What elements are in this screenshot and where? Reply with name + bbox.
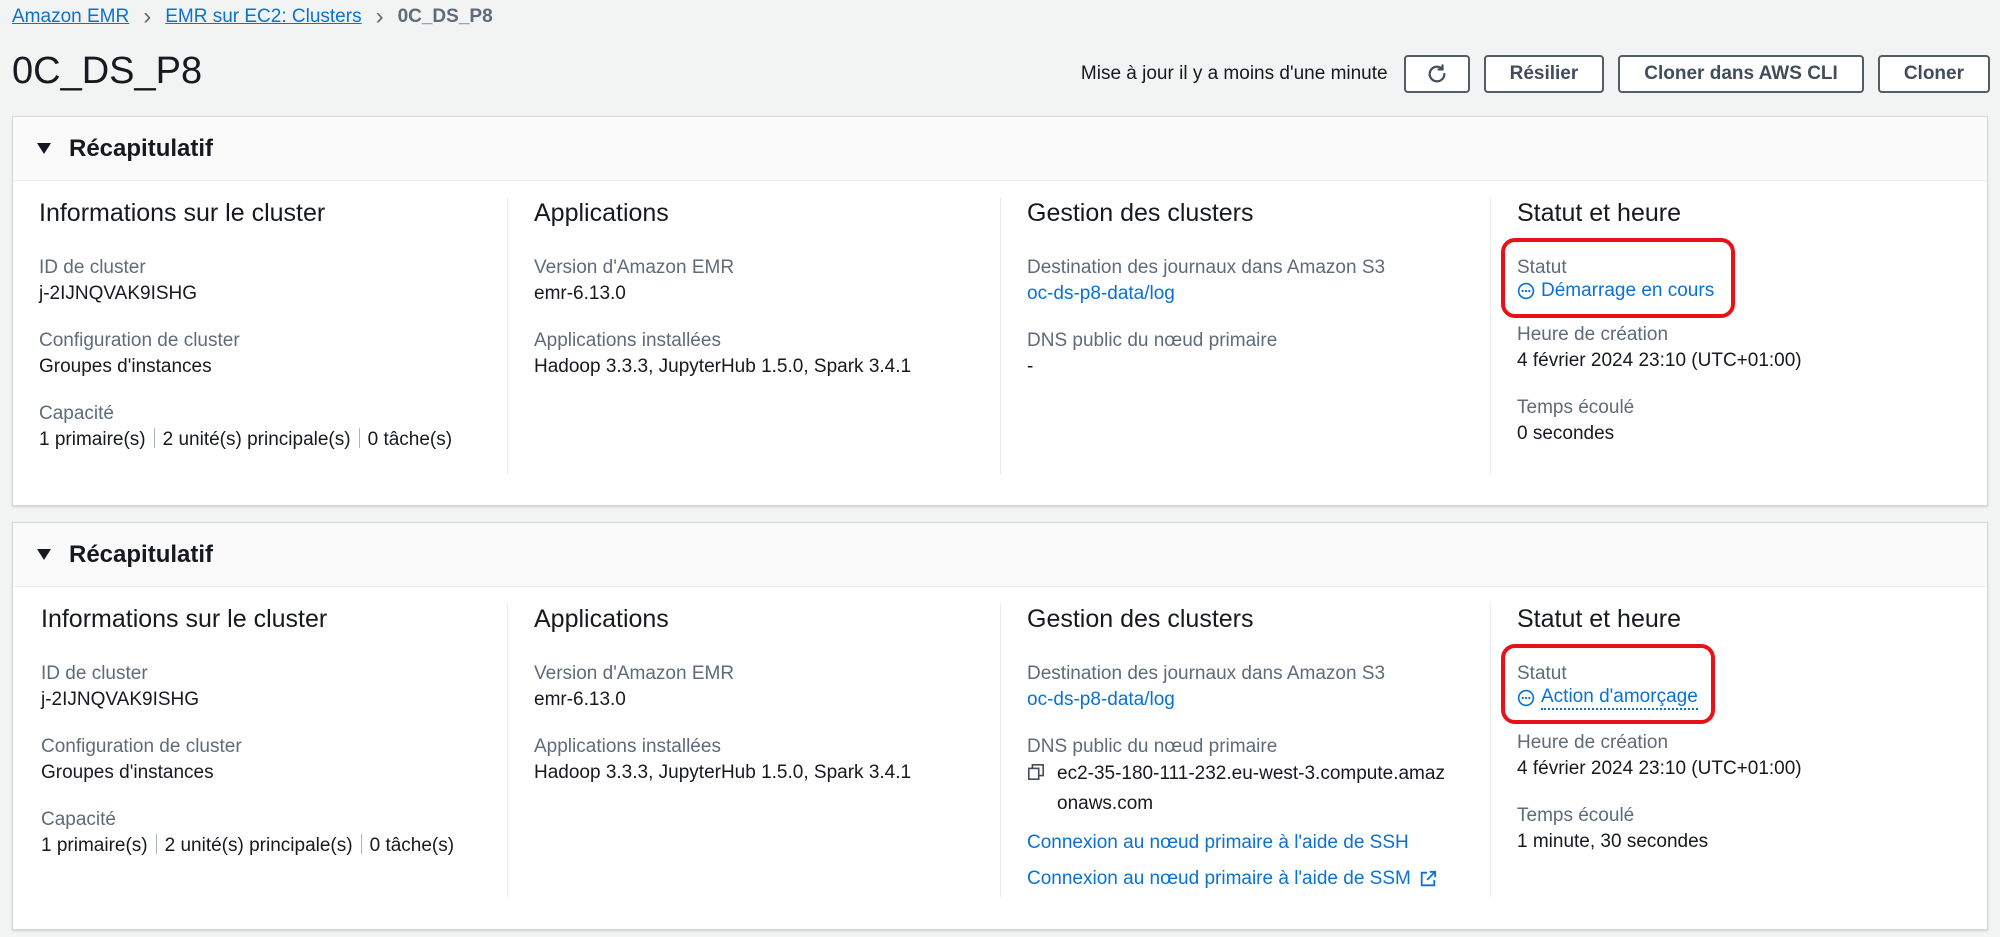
summary-panel-header[interactable]: Récapitulatif (13, 117, 1987, 181)
column-title: Informations sur le cluster (39, 199, 326, 227)
field-label: Destination des journaux dans Amazon S3 (1027, 257, 1386, 278)
divider (153, 428, 155, 448)
cluster-info-column: Informations sur le cluster ID de cluste… (13, 197, 507, 475)
field-label: Heure de création (1517, 324, 1669, 345)
status-time-column: Statut et heure Statut Action d'amorçage… (1490, 603, 1980, 897)
cluster-management-column: Gestion des clusters Destination des jou… (1000, 603, 1490, 897)
capacity-core: 2 unité(s) principale(s) (162, 429, 351, 450)
field-label: Heure de création (1517, 732, 1669, 753)
last-updated-text: Mise à jour il y a moins d'une minute (1080, 63, 1388, 84)
field-label: Temps écoulé (1517, 397, 1635, 418)
connect-ssm-link[interactable]: Connexion au nœud primaire à l'aide de S… (1027, 861, 1490, 897)
field-label: Capacité (41, 809, 116, 830)
dns-text-line-2: onaws.com (1057, 793, 1154, 814)
primary-dns-value: ec2-35-180-111-232.eu-west-3.compute.ama… (1027, 759, 1490, 819)
connect-ssm-link-text: Connexion au nœud primaire à l'aide de S… (1027, 868, 1411, 889)
refresh-button[interactable] (1403, 55, 1470, 93)
field-label: ID de cluster (41, 663, 148, 684)
column-title: Gestion des clusters (1027, 605, 1254, 633)
summary-panel-header[interactable]: Récapitulatif (13, 523, 1987, 587)
page-title: 0C_DS_P8 (12, 50, 203, 92)
column-title: Applications (534, 199, 669, 227)
caret-down-icon[interactable] (37, 143, 51, 154)
cluster-config-value: Groupes d'instances (41, 762, 214, 783)
primary-dns-value: - (1027, 356, 1034, 377)
dns-text-line-1: ec2-35-180-111-232.eu-west-3.compute.ama… (1057, 763, 1445, 784)
field-label: DNS public du nœud primaire (1027, 736, 1278, 757)
creation-time-value: 4 février 2024 23:10 (UTC+01:00) (1517, 350, 1802, 371)
field-label: DNS public du nœud primaire (1027, 330, 1278, 351)
cluster-config-value: Groupes d'instances (39, 356, 212, 377)
log-destination-link[interactable]: oc-ds-p8-data/log (1027, 280, 1490, 308)
applications-column: Applications Version d'Amazon EMR emr-6.… (507, 197, 1000, 475)
clone-button[interactable]: Cloner (1877, 55, 1990, 93)
clone-aws-cli-button[interactable]: Cloner dans AWS CLI (1618, 55, 1864, 93)
capacity-value: 1 primaire(s) 2 unité(s) principale(s) 0 t… (41, 832, 507, 860)
cluster-id-value: j-2IJNQVAK9ISHG (41, 689, 200, 710)
column-title: Applications (534, 605, 669, 633)
column-title: Statut et heure (1517, 199, 1682, 227)
copy-icon[interactable] (1027, 763, 1045, 781)
field-label: Temps écoulé (1517, 805, 1635, 826)
status-highlight-box (1501, 644, 1715, 724)
summary-panel: Récapitulatif Informations sur le cluste… (12, 116, 1988, 506)
caret-down-icon[interactable] (37, 549, 51, 560)
capacity-primary: 1 primaire(s) (39, 429, 146, 450)
installed-apps-value: Hadoop 3.3.3, JupyterHub 1.5.0, Spark 3.… (534, 762, 912, 783)
field-label: Destination des journaux dans Amazon S3 (1027, 663, 1386, 684)
field-label: Capacité (39, 403, 114, 424)
capacity-primary: 1 primaire(s) (41, 835, 148, 856)
divider (360, 834, 362, 854)
breadcrumb-current: 0C_DS_P8 (397, 6, 493, 27)
capacity-value: 1 primaire(s) 2 unité(s) principale(s) 0 t… (39, 426, 507, 454)
divider (155, 834, 157, 854)
elapsed-time-value: 1 minute, 30 secondes (1517, 831, 1709, 852)
emr-version-value: emr-6.13.0 (534, 283, 626, 304)
terminate-button[interactable]: Résilier (1483, 55, 1605, 93)
capacity-task: 0 tâche(s) (369, 835, 455, 856)
cluster-management-column: Gestion des clusters Destination des jou… (1000, 197, 1490, 475)
capacity-task: 0 tâche(s) (367, 429, 453, 450)
field-label: Version d'Amazon EMR (534, 663, 735, 684)
summary-panel: Récapitulatif Informations sur le cluste… (12, 522, 1988, 930)
cluster-info-column: Informations sur le cluster ID de cluste… (13, 603, 507, 897)
column-title: Statut et heure (1517, 605, 1682, 633)
status-highlight-box (1501, 238, 1735, 318)
chevron-right-icon: › (375, 3, 384, 30)
external-link-icon (1420, 870, 1436, 887)
panel-title: Récapitulatif (69, 540, 214, 568)
divider (358, 428, 360, 448)
creation-time-value: 4 février 2024 23:10 (UTC+01:00) (1517, 758, 1802, 779)
elapsed-time-value: 0 secondes (1517, 423, 1615, 444)
field-label: Configuration de cluster (39, 330, 240, 351)
column-title: Informations sur le cluster (41, 605, 328, 633)
field-label: Version d'Amazon EMR (534, 257, 735, 278)
installed-apps-value: Hadoop 3.3.3, JupyterHub 1.5.0, Spark 3.… (534, 356, 912, 377)
refresh-icon (1428, 64, 1446, 83)
breadcrumb-link-emr-clusters[interactable]: EMR sur EC2: Clusters (165, 6, 361, 28)
status-time-column: Statut et heure Statut Démarrage en cour… (1490, 197, 1980, 475)
applications-column: Applications Version d'Amazon EMR emr-6.… (507, 603, 1000, 897)
header-actions: Mise à jour il y a moins d'une minute Ré… (1081, 55, 1990, 93)
breadcrumb-link-amazon-emr[interactable]: Amazon EMR (12, 6, 129, 28)
emr-version-value: emr-6.13.0 (534, 689, 626, 710)
field-label: Applications installées (534, 330, 721, 351)
panel-title: Récapitulatif (69, 134, 214, 162)
field-label: Applications installées (534, 736, 721, 757)
log-destination-link[interactable]: oc-ds-p8-data/log (1027, 686, 1490, 714)
capacity-core: 2 unité(s) principale(s) (164, 835, 353, 856)
connect-ssh-link[interactable]: Connexion au nœud primaire à l'aide de S… (1027, 825, 1490, 861)
chevron-right-icon: › (143, 3, 152, 30)
cluster-id-value: j-2IJNQVAK9ISHG (39, 283, 198, 304)
field-label: ID de cluster (39, 257, 146, 278)
breadcrumb: Amazon EMR › EMR sur EC2: Clusters › 0C_… (12, 3, 493, 30)
column-title: Gestion des clusters (1027, 199, 1254, 227)
field-label: Configuration de cluster (41, 736, 242, 757)
